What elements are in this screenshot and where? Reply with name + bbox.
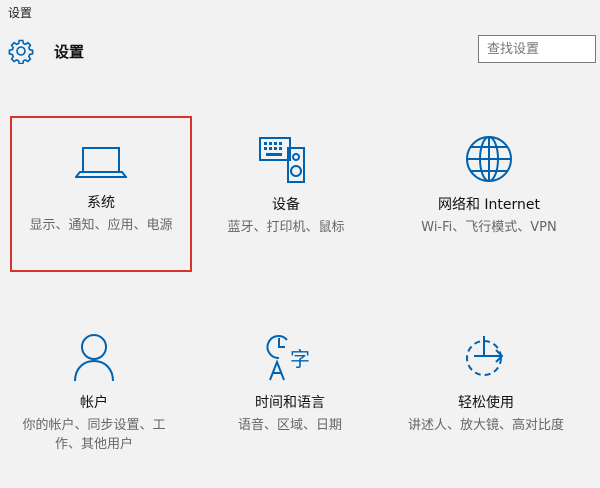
tile-ease-of-access-desc: 讲述人、放大镜、高对比度 xyxy=(408,418,565,433)
ease-of-access-icon xyxy=(460,332,512,382)
tile-system-desc: 显示、通知、应用、电源 xyxy=(29,218,173,233)
tile-system-name: 系统 xyxy=(87,195,115,211)
tile-system[interactable]: 系统 显示、通知、应用、电源 xyxy=(10,116,192,272)
laptop-icon xyxy=(75,146,127,180)
tile-devices[interactable]: 设备 蓝牙、打印机、鼠标 xyxy=(196,118,376,268)
tile-accounts-name: 帐户 xyxy=(80,395,108,411)
window-title: 设置 xyxy=(8,6,33,20)
devices-icon xyxy=(258,134,314,184)
globe-icon xyxy=(464,134,514,184)
tile-devices-desc: 蓝牙、打印机、鼠标 xyxy=(227,220,345,235)
svg-text:字: 字 xyxy=(290,347,310,371)
tile-time-language-desc: 语音、区域、日期 xyxy=(237,418,342,433)
page-title: 设置 xyxy=(54,42,85,61)
tile-time-language[interactable]: 字 时间和语言 语音、区域、日期 xyxy=(200,318,380,468)
tile-network-desc: Wi-Fi、飞行模式、VPN xyxy=(421,220,557,235)
tile-devices-name: 设备 xyxy=(272,197,300,213)
search-input[interactable] xyxy=(478,35,596,63)
time-language-icon: 字 xyxy=(265,332,315,382)
person-icon xyxy=(72,332,116,382)
tile-network[interactable]: 网络和 Internet Wi-Fi、飞行模式、VPN xyxy=(394,118,584,268)
tile-ease-of-access[interactable]: 轻松使用 讲述人、放大镜、高对比度 xyxy=(396,318,576,468)
tile-accounts[interactable]: 帐户 你的帐户、同步设置、工作、其他用户 xyxy=(4,318,184,468)
gear-icon xyxy=(8,38,34,64)
page-header: 设置 xyxy=(8,36,84,66)
tile-accounts-desc: 你的帐户、同步设置、工作、其他用户 xyxy=(22,418,166,452)
tile-ease-of-access-name: 轻松使用 xyxy=(458,395,514,411)
tile-time-language-name: 时间和语言 xyxy=(255,395,325,411)
tile-network-name: 网络和 Internet xyxy=(437,197,541,213)
